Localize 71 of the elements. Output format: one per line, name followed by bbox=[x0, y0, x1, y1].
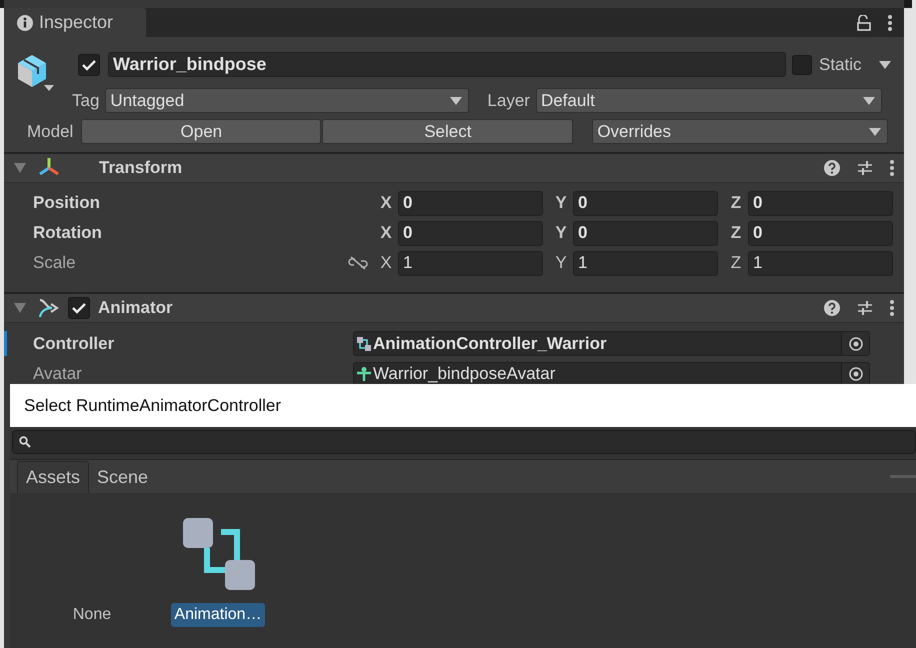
controller-icon[interactable] bbox=[180, 516, 256, 591]
component-title: Animator bbox=[98, 297, 173, 320]
overrides-dropdown[interactable]: Overrides bbox=[592, 119, 888, 144]
settings-sliders-icon[interactable] bbox=[857, 160, 873, 176]
property-label: Position bbox=[33, 193, 100, 212]
name-field[interactable]: Warrior_bindpose bbox=[108, 52, 786, 77]
search-field[interactable] bbox=[12, 430, 916, 454]
search-icon bbox=[19, 436, 31, 448]
picker-dialog[interactable]: Select RuntimeAnimatorController Assets Scene None Animation… bbox=[10, 384, 916, 648]
component-title: Transform bbox=[99, 157, 182, 180]
target-icon[interactable] bbox=[848, 336, 862, 350]
lock-icon[interactable] bbox=[857, 14, 871, 30]
tag-dropdown[interactable]: Untagged bbox=[105, 88, 470, 113]
axis-label: Z bbox=[730, 192, 742, 214]
axis-label: X bbox=[379, 252, 393, 274]
static-label: Static bbox=[819, 54, 862, 76]
enabled-checkbox[interactable] bbox=[68, 297, 90, 319]
info-icon bbox=[17, 14, 33, 30]
caret-icon[interactable] bbox=[869, 128, 882, 136]
expand-arrow-icon[interactable] bbox=[14, 303, 26, 313]
tag-label: Tag bbox=[72, 90, 100, 112]
caret-icon[interactable] bbox=[878, 60, 891, 68]
target-icon[interactable] bbox=[848, 367, 862, 381]
help-icon[interactable] bbox=[824, 300, 840, 316]
axis-label: Y bbox=[554, 252, 568, 274]
number-field[interactable]: 0 bbox=[748, 220, 893, 246]
asset-label[interactable]: None bbox=[70, 603, 114, 627]
expand-arrow-icon[interactable] bbox=[14, 163, 26, 173]
animator-icon bbox=[38, 297, 60, 319]
number-field[interactable]: 0 bbox=[573, 190, 718, 216]
number-field[interactable]: 1 bbox=[398, 250, 543, 276]
picker-tab[interactable]: Scene bbox=[89, 461, 156, 493]
layer-label: Layer bbox=[487, 90, 530, 112]
active-checkbox[interactable] bbox=[78, 54, 100, 76]
number-field[interactable]: 0 bbox=[398, 220, 543, 246]
axis-label: Y bbox=[554, 222, 568, 244]
axis-label: X bbox=[379, 222, 393, 244]
more-icon[interactable] bbox=[890, 300, 894, 316]
property-label: Controller bbox=[33, 334, 114, 353]
number-field[interactable]: 0 bbox=[573, 220, 718, 246]
axis-label: X bbox=[379, 192, 393, 214]
inspector-tab[interactable]: Inspector bbox=[4, 8, 146, 37]
number-field[interactable]: 0 bbox=[398, 190, 543, 216]
more-icon[interactable] bbox=[888, 14, 892, 30]
controller-icon bbox=[357, 336, 371, 350]
help-icon[interactable] bbox=[824, 160, 840, 176]
picker-tab[interactable]: Assets bbox=[17, 461, 90, 493]
number-field[interactable]: 1 bbox=[748, 250, 893, 276]
axis-label: Y bbox=[554, 192, 568, 214]
open-button[interactable]: Open bbox=[81, 119, 322, 144]
settings-sliders-icon[interactable] bbox=[857, 300, 873, 316]
number-field[interactable]: 0 bbox=[748, 190, 893, 216]
property-label: Rotation bbox=[33, 223, 102, 242]
number-field[interactable]: 1 bbox=[573, 250, 718, 276]
model-label: Model bbox=[27, 120, 74, 143]
caret-icon[interactable] bbox=[862, 96, 875, 104]
property-label: Avatar bbox=[33, 364, 82, 384]
layer-dropdown[interactable]: Default bbox=[536, 88, 882, 113]
avatar-icon bbox=[357, 367, 371, 381]
caret-icon[interactable] bbox=[450, 96, 462, 104]
select-button[interactable]: Select bbox=[322, 119, 574, 144]
object-field[interactable]: Warrior_bindposeAvatar bbox=[353, 362, 870, 386]
more-icon[interactable] bbox=[890, 160, 894, 176]
broken-link-icon[interactable] bbox=[348, 256, 368, 270]
axis-label: Z bbox=[730, 222, 742, 244]
asset-label[interactable]: Animation… bbox=[171, 603, 265, 627]
axis-label: Z bbox=[730, 252, 742, 274]
object-field[interactable]: AnimationController_Warrior bbox=[353, 331, 870, 356]
dialog-title: Select RuntimeAnimatorController bbox=[10, 384, 916, 427]
property-label: Scale bbox=[33, 253, 76, 272]
static-checkbox[interactable] bbox=[792, 54, 812, 74]
